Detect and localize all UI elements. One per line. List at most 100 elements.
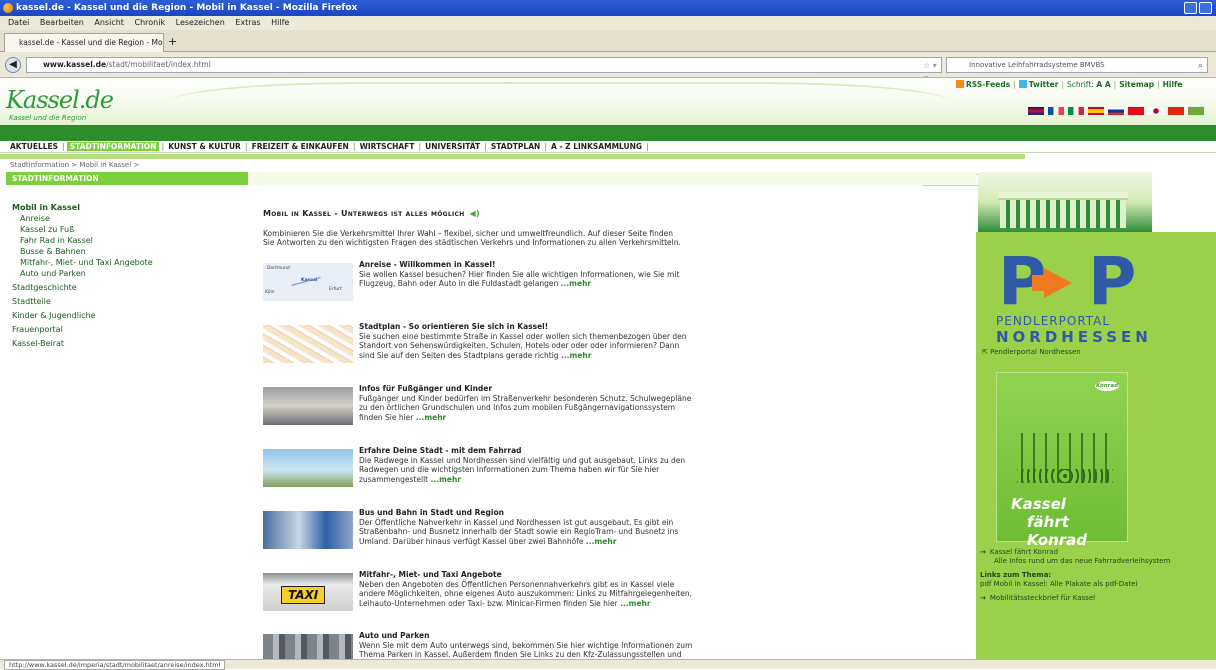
new-tab-button[interactable]: +	[168, 35, 177, 49]
leftnav-current[interactable]: Mobil in Kassel	[12, 202, 153, 213]
nav-aktuelles[interactable]: AKTUELLES	[8, 142, 60, 151]
flag-chinese-icon[interactable]	[1167, 106, 1185, 116]
konrad-banner[interactable]: Konrad Kassel fährt Konrad	[996, 372, 1128, 549]
more-link[interactable]: ...mehr	[586, 537, 617, 546]
menu-ansicht[interactable]: Ansicht	[94, 18, 124, 27]
leftnav-sub-anreise[interactable]: Anreise	[12, 213, 153, 224]
tab-bar: kassel.de - Kassel und die Region - Mobi…	[0, 30, 1216, 52]
right-sidebar: P P PENDLERPORTAL NORDHESSEN ⇱ Pendlerpo…	[976, 172, 1216, 659]
building-image	[978, 172, 1152, 232]
rss-link[interactable]: RSS-Feeds	[966, 80, 1010, 89]
nav-a-z[interactable]: A - Z LINKSAMMLUNG	[549, 142, 644, 151]
header-swoosh	[170, 82, 950, 122]
pendlerportal-link[interactable]: ⇱ Pendlerportal Nordhessen	[982, 348, 1081, 356]
pendlerportal-title: PENDLERPORTAL	[996, 314, 1111, 328]
more-link[interactable]: ...mehr	[431, 475, 462, 484]
flag-italian-icon[interactable]	[1067, 106, 1085, 116]
konrad-link[interactable]: Kassel fährt Konrad	[990, 548, 1058, 556]
leftnav-stadtgeschichte[interactable]: Stadtgeschichte	[12, 282, 153, 293]
firefox-icon	[3, 3, 13, 13]
pendlerportal-logo[interactable]: P P	[998, 249, 1136, 315]
more-link[interactable]: ...mehr	[561, 279, 592, 288]
page-title-text: Mobil in Kassel - Unterwegs ist alles mö…	[263, 209, 465, 218]
nav-underline	[0, 154, 1025, 159]
pdf-link[interactable]: pdf Mobil in Kassel: Alle Plakate als pd…	[980, 580, 1216, 589]
maximize-button[interactable]	[1199, 2, 1212, 14]
breadcrumb[interactable]: Stadtinformation > Mobil in Kassel >	[10, 161, 139, 169]
nav-freizeit-einkaufen[interactable]: FREIZEIT & EINKAUFEN	[250, 142, 351, 151]
nav-kunst-kultur[interactable]: KUNST & KULTUR	[166, 142, 243, 151]
more-link[interactable]: ...mehr	[561, 351, 592, 360]
teaser-title[interactable]: Mitfahr-, Miet- und Taxi Angebote	[359, 570, 693, 580]
teaser-title[interactable]: Bus und Bahn in Stadt und Region	[359, 508, 693, 518]
speaker-icon[interactable]: ◀)	[470, 209, 480, 218]
leftnav-frauenportal[interactable]: Frauenportal	[12, 324, 153, 335]
twitter-icon	[1018, 80, 1027, 88]
search-bar[interactable]: Innovative Leihfahrradsysteme BMVBS ⌕	[946, 57, 1208, 73]
search-icon[interactable]: ⌕	[1198, 59, 1203, 72]
flag-turkish-icon[interactable]	[1127, 106, 1145, 116]
hilfe-link[interactable]: Hilfe	[1163, 80, 1183, 89]
flag-spanish-icon[interactable]	[1087, 106, 1105, 116]
url-bar[interactable]: www.kassel.de/stadt/mobilitaet/index.htm…	[26, 57, 942, 84]
leftnav-sub-busse[interactable]: Busse & Bahnen	[12, 246, 153, 257]
twitter-link[interactable]: Twitter	[1029, 80, 1059, 89]
nav-stadtinformation[interactable]: STADTINFORMATION	[66, 142, 160, 151]
browser-tab[interactable]: kassel.de - Kassel und die Region - Mobi…	[4, 33, 164, 52]
teaser-title[interactable]: Auto und Parken	[359, 631, 693, 641]
leftnav-sub-fuss[interactable]: Kassel zu Fuß	[12, 224, 153, 235]
menu-lesezeichen[interactable]: Lesezeichen	[176, 18, 225, 27]
url-path: /stadt/mobilitaet/index.html	[106, 60, 211, 69]
more-link[interactable]: ...mehr	[416, 413, 447, 422]
taxi-sign: TAXI	[281, 586, 326, 604]
pendlerportal-subtitle: NORDHESSEN	[996, 328, 1152, 346]
navigation-toolbar: ◀ www.kassel.de/stadt/mobilitaet/index.h…	[0, 52, 1216, 84]
menu-extras[interactable]: Extras	[235, 18, 260, 27]
menu-datei[interactable]: Datei	[8, 18, 29, 27]
flag-japanese-icon[interactable]	[1147, 106, 1165, 116]
back-button[interactable]: ◀	[5, 57, 21, 73]
teaser-title[interactable]: Anreise - Willkommen in Kassel!	[359, 260, 693, 270]
flag-french-icon[interactable]	[1047, 106, 1065, 116]
leftnav-beirat[interactable]: Kassel-Beirat	[12, 338, 153, 349]
leftnav-stadtteile[interactable]: Stadtteile	[12, 296, 153, 307]
map-thumbnail[interactable]: Dortmund Kassel Erfurt Köln	[263, 263, 353, 301]
main-content: Mobil in Kassel - Unterwegs ist alles mö…	[263, 209, 692, 659]
teaser-text: Wenn Sie mit dem Auto unterwegs sind, be…	[359, 640, 693, 660]
leftnav-kinder[interactable]: Kinder & Jugendliche	[12, 310, 153, 321]
steckbrief-link[interactable]: Mobilitätssteckbrief für Kassel	[990, 594, 1095, 602]
sitemap-link[interactable]: Sitemap	[1119, 80, 1154, 89]
teaser-title[interactable]: Stadtplan - So orientieren Sie sich in K…	[359, 322, 693, 332]
flag-other-icon[interactable]	[1187, 106, 1205, 116]
taxi-thumbnail[interactable]: TAXI	[263, 573, 353, 611]
leftnav-sub-mitfahr[interactable]: Mitfahr-, Miet- und Taxi Angebote	[12, 257, 153, 268]
flag-english-icon[interactable]	[1027, 106, 1045, 116]
teaser-text: Sie wollen Kassel besuchen? Hier finden …	[359, 269, 680, 289]
traffic-thumbnail[interactable]	[263, 634, 353, 659]
nav-stadtplan[interactable]: STADTPLAN	[489, 142, 542, 151]
site-logo-subtitle: Kassel und die Region	[9, 114, 87, 122]
leftnav-sub-auto[interactable]: Auto und Parken	[12, 268, 153, 279]
arrow-right-icon: →	[980, 594, 986, 602]
leftnav-sub-rad[interactable]: Fahr Rad in Kassel	[12, 235, 153, 246]
more-link[interactable]: ...mehr	[620, 599, 651, 608]
konrad-link-desc: Alle Infos rund um das neue Fahrradverle…	[994, 556, 1171, 565]
menu-bearbeiten[interactable]: Bearbeiten	[40, 18, 84, 27]
site-logo[interactable]: Kassel.de	[6, 86, 114, 114]
teaser-title[interactable]: Infos für Fußgänger und Kinder	[359, 384, 693, 394]
back-arrow-icon: ◀	[9, 59, 17, 70]
bicycle-thumbnail[interactable]	[263, 449, 353, 487]
city-map-thumbnail[interactable]	[263, 325, 353, 363]
font-decrease-button[interactable]: A	[1096, 80, 1102, 89]
pedestrian-thumbnail[interactable]	[263, 387, 353, 425]
minimize-button[interactable]	[1184, 2, 1197, 14]
nav-wirtschaft[interactable]: WIRTSCHAFT	[358, 142, 417, 151]
teaser-title[interactable]: Erfahre Deine Stadt - mit dem Fahrrad	[359, 446, 693, 456]
font-increase-button[interactable]: A	[1105, 80, 1111, 89]
tram-thumbnail[interactable]	[263, 511, 353, 549]
flag-russian-icon[interactable]	[1107, 106, 1125, 116]
menu-chronik[interactable]: Chronik	[134, 18, 165, 27]
nav-universitaet[interactable]: UNIVERSITÄT	[423, 142, 482, 151]
menu-hilfe[interactable]: Hilfe	[271, 18, 289, 27]
intro-text: Kombinieren Sie die Verkehrsmittel Ihrer…	[263, 229, 681, 247]
